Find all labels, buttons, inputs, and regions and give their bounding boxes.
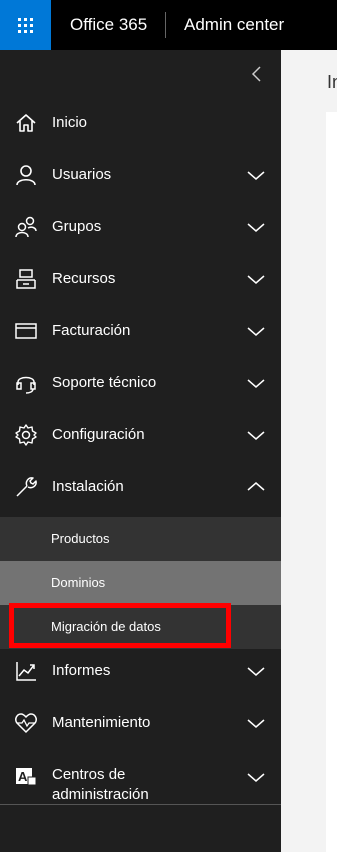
label-line-1: Centros de	[52, 766, 126, 783]
home-icon	[13, 110, 39, 136]
chevron-down-icon[interactable]	[246, 425, 266, 445]
topbar-divider	[165, 12, 166, 38]
sidebar-item-label: Grupos	[52, 218, 102, 235]
waffle-icon	[18, 17, 33, 33]
sidebar-item-usuarios[interactable]: Usuarios	[0, 149, 281, 201]
subitem-dominios[interactable]: Dominios	[0, 561, 281, 605]
subitem-migracion-de-datos[interactable]: Migración de datos	[0, 605, 281, 649]
sidebar-item-label: Facturación	[52, 322, 131, 339]
sidebar-item-label: Instalación	[52, 478, 124, 495]
subitem-label: Migración de datos	[51, 619, 161, 634]
sidebar-item-label: Mantenimiento	[52, 714, 151, 731]
sidebar-item-grupos[interactable]: Grupos	[0, 201, 281, 253]
sidebar-item-inicio[interactable]: Inicio	[0, 97, 281, 149]
sidebar-item-configuracion[interactable]: Configuración	[0, 409, 281, 461]
content-panel	[326, 112, 337, 852]
chevron-down-icon[interactable]	[246, 661, 266, 681]
page-title: In	[327, 72, 337, 92]
collapse-sidebar-button[interactable]	[245, 62, 269, 86]
chevron-down-icon[interactable]	[246, 713, 266, 733]
resources-icon	[13, 266, 39, 292]
sidebar-item-recursos[interactable]: Recursos	[0, 253, 281, 305]
chevron-down-icon[interactable]	[246, 269, 266, 289]
sidebar-item-instalacion[interactable]: Instalación	[0, 461, 281, 513]
sidebar-item-informes[interactable]: Informes	[0, 645, 281, 697]
chart-line-icon	[13, 658, 39, 684]
chevron-down-icon[interactable]	[246, 321, 266, 341]
sidebar-item-label: Inicio	[52, 114, 88, 131]
sidebar-item-label: Informes	[52, 662, 111, 679]
subitem-label: Dominios	[51, 575, 106, 590]
chevron-down-icon[interactable]	[246, 373, 266, 393]
group-icon	[13, 214, 39, 240]
heart-pulse-icon	[13, 710, 39, 736]
sidebar-item-label: Usuarios	[52, 166, 112, 183]
top-bar: Office 365 Admin center	[0, 0, 337, 50]
sidebar-item-label: Recursos	[52, 270, 116, 287]
billing-card-icon	[13, 318, 39, 344]
admin-centers-icon: A	[13, 765, 39, 791]
sidebar: Inicio Usuarios Grupos Recursos Facturac…	[0, 50, 281, 852]
sidebar-item-label: Centros de administración	[52, 765, 149, 805]
sidebar-item-label: Configuración	[52, 426, 145, 443]
sidebar-item-soporte[interactable]: Soporte técnico	[0, 357, 281, 409]
app-name: Admin center	[184, 15, 285, 34]
sidebar-item-mantenimiento[interactable]: Mantenimiento	[0, 697, 281, 749]
subitem-productos[interactable]: Productos	[0, 517, 281, 561]
subitem-label: Productos	[51, 531, 110, 546]
chevron-down-icon[interactable]	[246, 217, 266, 237]
main-content: In	[281, 50, 337, 852]
chevron-up-icon[interactable]	[246, 477, 266, 497]
chevron-left-icon	[251, 66, 261, 82]
label-line-2: administración	[52, 786, 149, 803]
wrench-icon	[13, 474, 39, 500]
sidebar-item-label: Soporte técnico	[52, 374, 157, 391]
app-launcher-button[interactable]	[0, 0, 51, 50]
sidebar-item-centros-de-administracion[interactable]: A Centros de administración	[0, 755, 281, 811]
chevron-down-icon[interactable]	[246, 165, 266, 185]
brand-title[interactable]: Office 365	[70, 0, 147, 50]
user-icon	[13, 162, 39, 188]
chevron-down-icon[interactable]	[246, 767, 266, 787]
sidebar-item-facturacion[interactable]: Facturación	[0, 305, 281, 357]
svg-text:A: A	[18, 769, 28, 784]
gear-icon	[13, 422, 39, 448]
headset-icon	[13, 370, 39, 396]
